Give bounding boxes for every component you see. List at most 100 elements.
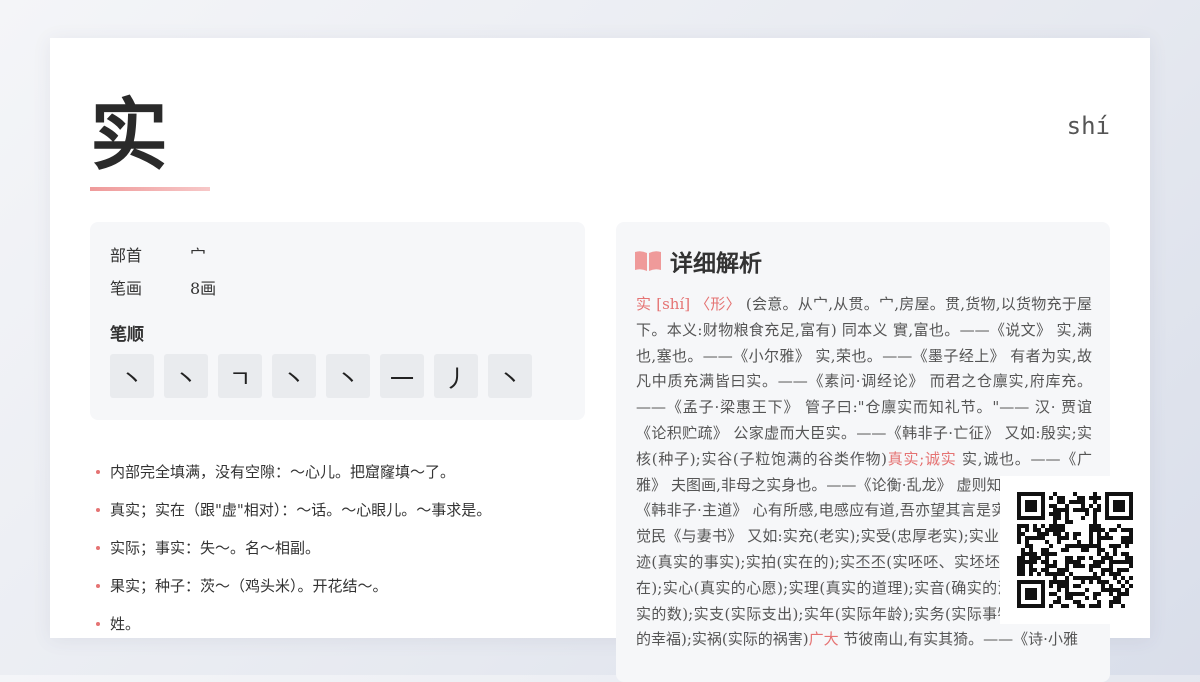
qr-module: [1109, 556, 1113, 560]
definition-list: 内部完全填满，没有空隙：～心儿。把窟窿填～了。 真实；实在（跟"虚"相对）：～话…: [96, 456, 491, 646]
qr-module: [1077, 564, 1081, 568]
qr-module: [1045, 548, 1049, 552]
qr-module: [1113, 560, 1117, 564]
stroke-tile[interactable]: 丶: [110, 354, 154, 398]
qr-module: [1125, 544, 1129, 548]
qr-module: [1057, 500, 1061, 504]
qr-module: [1065, 584, 1069, 588]
qr-module: [1057, 540, 1061, 544]
qr-module: [1053, 508, 1057, 512]
qr-module: [1029, 544, 1033, 548]
qr-module: [1117, 600, 1121, 604]
qr-module: [1089, 528, 1093, 532]
qr-module: [1089, 532, 1093, 536]
qr-module: [1129, 556, 1133, 560]
qr-module: [1041, 536, 1045, 540]
qr-module: [1065, 568, 1069, 572]
detail-paragraph: (会意。从宀,从贯。宀,房屋。贯,货物,以货物充于屋下。本义:财物粮食充足,富有…: [636, 295, 1092, 468]
qr-module: [1129, 584, 1133, 588]
stroke-tile[interactable]: 丶: [488, 354, 532, 398]
qr-module: [1125, 568, 1129, 572]
qr-module: [1085, 544, 1089, 548]
qr-module: [1085, 576, 1089, 580]
qr-module: [1077, 556, 1081, 560]
stroke-tile[interactable]: 一: [380, 354, 424, 398]
qr-module: [1025, 500, 1037, 512]
qr-module: [1029, 556, 1033, 560]
pinyin: shí: [1066, 112, 1110, 140]
qr-module: [1065, 556, 1069, 560]
qr-module: [1045, 560, 1049, 564]
qr-module: [1121, 552, 1125, 556]
detail-heading: 详细解析: [634, 244, 762, 278]
qr-module: [1029, 568, 1033, 572]
qr-module: [1065, 604, 1069, 608]
bullet-dot: [96, 584, 100, 588]
qr-module: [1057, 596, 1061, 600]
qr-module: [1093, 524, 1097, 528]
qr-module: [1105, 536, 1109, 540]
radical-value: 宀: [190, 246, 207, 265]
qr-module: [1057, 588, 1061, 592]
qr-module: [1097, 540, 1101, 544]
qr-module: [1065, 560, 1069, 564]
qr-module: [1105, 552, 1109, 556]
qr-module: [1081, 548, 1085, 552]
qr-module: [1121, 560, 1125, 564]
qr-module: [1093, 492, 1097, 496]
qr-module: [1073, 508, 1077, 512]
qr-module: [1053, 552, 1057, 556]
qr-module: [1081, 516, 1085, 520]
qr-module: [1081, 604, 1085, 608]
qr-module: [1065, 592, 1069, 596]
qr-module: [1097, 504, 1101, 508]
info-panel: 部首 宀 笔画 8画 笔顺 丶 丶 ㄱ 丶 丶 一 丿 丶: [90, 222, 585, 420]
qr-module: [1081, 500, 1085, 504]
qr-module: [1117, 596, 1121, 600]
qr-module: [1049, 580, 1053, 584]
qr-module: [1101, 572, 1105, 576]
qr-module: [1109, 600, 1113, 604]
qr-module: [1041, 532, 1045, 536]
qr-module: [1049, 592, 1053, 596]
qr-module: [1057, 528, 1061, 532]
qr-module: [1037, 536, 1041, 540]
stroke-tile[interactable]: 丶: [272, 354, 316, 398]
qr-module: [1089, 564, 1093, 568]
qr-module: [1081, 556, 1085, 560]
book-icon: [635, 251, 661, 271]
qr-module: [1109, 544, 1113, 548]
qr-module: [1065, 532, 1069, 536]
stroke-tile[interactable]: 丶: [164, 354, 208, 398]
qr-module: [1097, 528, 1101, 532]
qr-module: [1021, 572, 1025, 576]
qr-module: [1073, 576, 1077, 580]
list-item: 内部完全填满，没有空隙：～心儿。把窟窿填～了。: [96, 456, 491, 494]
qr-module: [1097, 544, 1101, 548]
qr-module: [1045, 556, 1049, 560]
qr-module: [1113, 588, 1117, 592]
qr-module: [1065, 544, 1069, 548]
qr-module: [1065, 596, 1069, 600]
qr-module: [1029, 572, 1033, 576]
qr-module: [1033, 524, 1037, 528]
detail-sense: 真实;诚实: [887, 449, 957, 468]
qr-module: [1053, 512, 1057, 516]
qr-module: [1069, 572, 1073, 576]
qr-module: [1081, 496, 1085, 500]
qr-module: [1097, 524, 1101, 528]
stroke-tile[interactable]: 丿: [434, 354, 478, 398]
qr-module: [1061, 524, 1065, 528]
qr-module: [1073, 532, 1077, 536]
qr-module: [1121, 576, 1125, 580]
qr-module: [1069, 520, 1073, 524]
bullet-dot: [96, 470, 100, 474]
qr-module: [1057, 496, 1061, 500]
qr-module: [1129, 540, 1133, 544]
qr-module: [1065, 508, 1069, 512]
stroke-tile[interactable]: ㄱ: [218, 354, 262, 398]
qr-module: [1129, 564, 1133, 568]
stroke-tile[interactable]: 丶: [326, 354, 370, 398]
qr-module: [1073, 500, 1077, 504]
qr-module: [1089, 540, 1093, 544]
